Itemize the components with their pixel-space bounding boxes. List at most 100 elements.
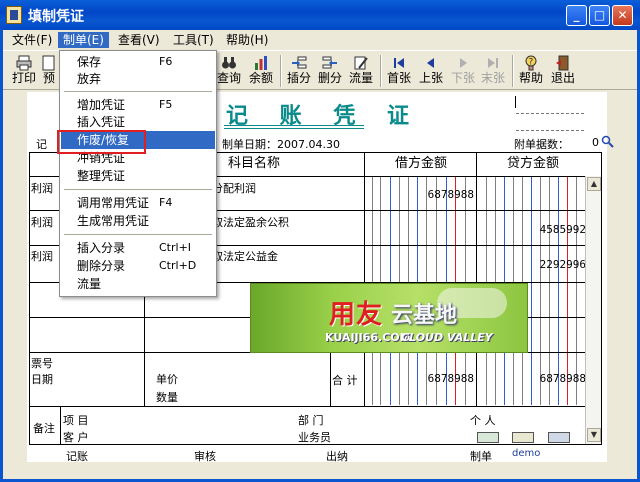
voucher-number-field-line bbox=[516, 130, 584, 131]
row1-debit[interactable]: 6878988 bbox=[364, 188, 474, 201]
toolbar-separator bbox=[280, 55, 282, 87]
delete-entry-button[interactable]: 删分 bbox=[315, 53, 345, 89]
menu-item-add-voucher[interactable]: 增加凭证 F5 bbox=[61, 96, 215, 114]
menu-item-delete-entry[interactable]: 删除分录 Ctrl+D bbox=[61, 257, 215, 275]
project-label: 项 目 bbox=[63, 414, 89, 427]
document-icon[interactable] bbox=[512, 432, 534, 443]
toolbar-separator bbox=[380, 55, 382, 87]
preview-button[interactable]: 预 bbox=[39, 53, 59, 89]
menu-item-call-common-voucher[interactable]: 调用常用凭证 F4 bbox=[61, 194, 215, 212]
menu-item-create-common-voucher[interactable]: 生成常用凭证 bbox=[61, 212, 215, 230]
department-label: 部 门 bbox=[298, 414, 324, 427]
menu-item-arrange-voucher[interactable]: 整理凭证 bbox=[61, 167, 215, 185]
bill-no-label: 票号 bbox=[31, 357, 53, 370]
printer-icon bbox=[16, 55, 32, 71]
grid-line bbox=[60, 406, 61, 445]
highlight-box bbox=[57, 130, 146, 154]
ad-banner: 用友 云基地 KUAIJI66.COM CLOUD VALLEY bbox=[250, 283, 528, 353]
first-button[interactable]: 首张 bbox=[384, 53, 414, 89]
menu-view[interactable]: 查看(V) bbox=[113, 32, 165, 48]
grid-line bbox=[476, 152, 477, 406]
voucher-number-field[interactable] bbox=[516, 113, 584, 114]
maker-name: demo bbox=[512, 448, 541, 459]
insert-entry-button[interactable]: 插分 bbox=[284, 53, 314, 89]
minimize-button[interactable]: _ bbox=[566, 5, 587, 26]
first-page-icon bbox=[394, 58, 404, 68]
preview-icon bbox=[42, 55, 55, 71]
date-row-label: 日期 bbox=[31, 373, 53, 386]
row1-summary[interactable]: 利润 bbox=[31, 180, 53, 196]
attachment-icon[interactable] bbox=[548, 432, 570, 443]
grid-line bbox=[330, 352, 331, 406]
attachments-label: 附单据数： bbox=[514, 138, 569, 151]
help-icon: ? bbox=[525, 55, 537, 71]
scroll-down-arrow[interactable]: ▼ bbox=[587, 428, 601, 442]
menu-separator bbox=[64, 189, 212, 190]
voucher-date[interactable]: 制单日期：2007.04.30 bbox=[222, 136, 340, 152]
total-label: 合 计 bbox=[332, 374, 358, 387]
note-label: 备注 bbox=[33, 422, 55, 435]
maximize-button[interactable]: □ bbox=[589, 5, 610, 26]
banner-brand2: 云基地 bbox=[391, 303, 458, 328]
total-credit: 6878988 bbox=[539, 372, 586, 385]
last-button[interactable]: 末张 bbox=[478, 53, 508, 89]
menu-help[interactable]: 帮助(H) bbox=[221, 32, 273, 48]
attachments-count[interactable]: 0 bbox=[592, 136, 599, 149]
menu-separator bbox=[64, 91, 212, 92]
menu-item-flow[interactable]: 流量 bbox=[61, 275, 215, 293]
grid-line bbox=[29, 406, 585, 407]
window-title: 填制凭证 bbox=[28, 9, 84, 25]
menu-file[interactable]: 文件(F) bbox=[7, 32, 57, 48]
last-page-icon bbox=[488, 58, 498, 68]
menu-item-insert-entry[interactable]: 插入分录 Ctrl+I bbox=[61, 239, 215, 257]
row1-subject[interactable]: 分配利润 bbox=[212, 180, 256, 196]
quantity-label: 数量 bbox=[156, 391, 178, 404]
exit-button[interactable]: 退出 bbox=[548, 53, 578, 89]
scroll-up-arrow[interactable]: ▲ bbox=[587, 177, 601, 191]
app-icon bbox=[6, 6, 22, 24]
row3-summary[interactable]: 利润 bbox=[31, 248, 53, 264]
row2-credit[interactable]: 4585992 bbox=[476, 223, 586, 236]
next-button[interactable]: 下张 bbox=[448, 53, 478, 89]
query-button[interactable]: 查询 bbox=[214, 53, 244, 89]
footer-cashier: 出纳 bbox=[326, 450, 348, 463]
insert-row-icon bbox=[292, 56, 307, 69]
menu-bar: 文件(F) 制单(E) 查看(V) 工具(T) 帮助(H) bbox=[3, 30, 637, 50]
text-cursor bbox=[515, 96, 516, 108]
banner-slogan: CLOUD VALLEY bbox=[401, 331, 493, 344]
row2-summary[interactable]: 利润 bbox=[31, 214, 53, 230]
prev-button[interactable]: 上张 bbox=[416, 53, 446, 89]
search-icon[interactable] bbox=[601, 135, 615, 148]
row2-subject[interactable]: 取法定盈余公积 bbox=[212, 214, 289, 230]
voucher-prefix: 记 bbox=[36, 138, 47, 151]
title-bar: 填制凭证 _ □ ✕ bbox=[0, 0, 640, 30]
menu-item-discard[interactable]: 放弃 bbox=[61, 70, 215, 88]
title-underline bbox=[224, 125, 364, 129]
menu-separator bbox=[64, 234, 212, 235]
row3-credit[interactable]: 2292996 bbox=[476, 258, 586, 271]
balance-button[interactable]: 余额 bbox=[246, 53, 276, 89]
vertical-scrollbar[interactable]: ▲ ▼ bbox=[585, 176, 601, 444]
banner-url: KUAIJI66.COM bbox=[325, 331, 411, 344]
next-page-icon bbox=[460, 58, 467, 68]
close-button[interactable]: ✕ bbox=[612, 5, 633, 26]
footer-posted: 记账 bbox=[66, 450, 88, 463]
menu-tools[interactable]: 工具(T) bbox=[168, 32, 219, 48]
total-debit: 6878988 bbox=[427, 372, 474, 385]
help-button[interactable]: ? 帮助 bbox=[516, 53, 546, 89]
menu-item-save[interactable]: 保存 F6 bbox=[61, 53, 215, 71]
delete-row-icon bbox=[322, 56, 337, 69]
bar-chart-icon bbox=[255, 56, 267, 70]
print-button[interactable]: 打印 bbox=[9, 53, 39, 89]
unit-price-label: 单价 bbox=[156, 373, 178, 386]
customer-card-icon[interactable] bbox=[477, 432, 499, 443]
salesman-label: 业务员 bbox=[298, 431, 331, 444]
footer-review: 审核 bbox=[194, 450, 216, 463]
menu-voucher[interactable]: 制单(E) bbox=[58, 32, 109, 48]
row3-subject[interactable]: 取法定公益金 bbox=[212, 248, 278, 264]
customer-label: 客 户 bbox=[63, 431, 89, 444]
menu-item-insert-voucher[interactable]: 插入凭证 bbox=[61, 113, 215, 131]
col-credit-header: 贷方金额 bbox=[506, 156, 559, 171]
toolbar-separator bbox=[512, 55, 514, 87]
flow-button[interactable]: 流量 bbox=[346, 53, 376, 89]
